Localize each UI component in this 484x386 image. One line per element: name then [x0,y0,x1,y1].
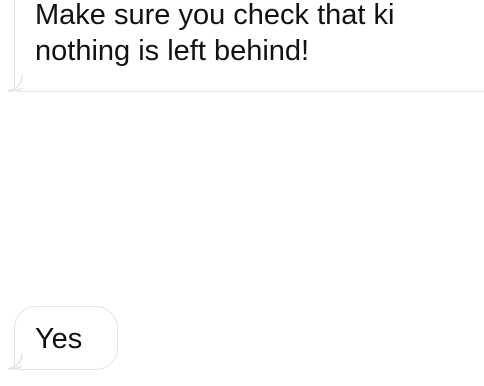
message-text-line: Make sure you check that ki [35,0,395,31]
message-bubble-incoming[interactable]: Yes [7,306,118,370]
message-text-line: Yes [35,323,83,355]
chat-transcript: Make sure you check that ki nothing is l… [0,0,484,386]
bubble-tail-icon [7,352,23,370]
message-bubble-incoming[interactable]: Make sure you check that ki nothing is l… [7,0,484,92]
bubble-tail-icon [7,74,23,92]
message-text-line: nothing is left behind! [35,35,310,67]
